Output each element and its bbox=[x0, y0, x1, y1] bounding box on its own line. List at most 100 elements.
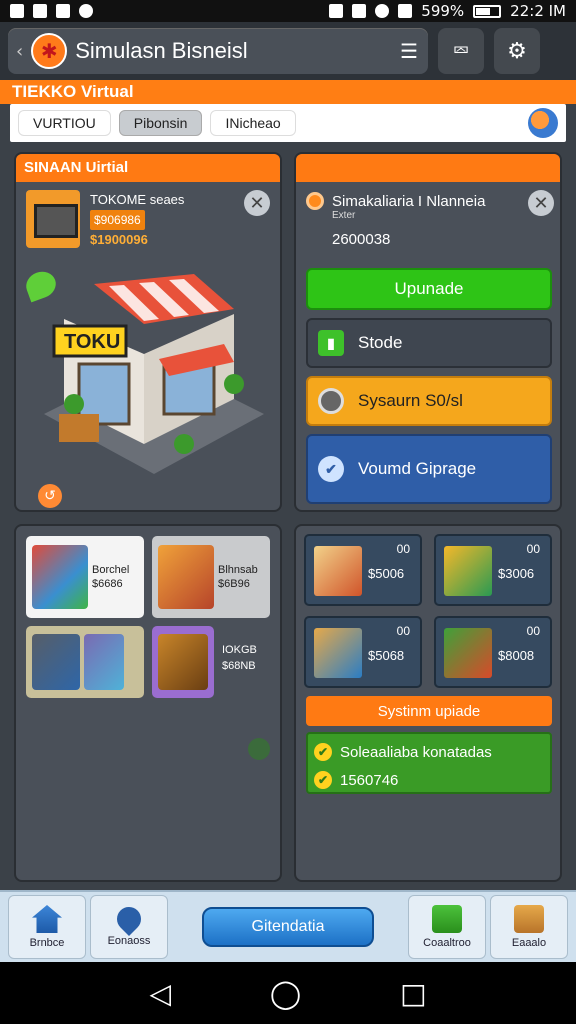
title-box[interactable]: ‹ ✱ Simulasn Bisneisl ☰ bbox=[8, 28, 428, 74]
store-card-price: $906986 bbox=[90, 210, 145, 230]
shop-item-tag: 00 bbox=[396, 542, 410, 556]
primary-action-button[interactable]: Gitendatia bbox=[202, 907, 374, 947]
business-summary: Simakaliaria I Nlanneia Exter 2600038 bbox=[306, 192, 552, 248]
item-card[interactable]: Blhnsab $6B96 bbox=[152, 536, 270, 618]
wifi-icon bbox=[375, 4, 390, 18]
share-button[interactable]: ⮹ bbox=[438, 28, 484, 74]
nav-cart-label: Coaaltroo bbox=[423, 937, 471, 949]
battery-percent: 599% bbox=[421, 2, 465, 20]
business-sub: Exter bbox=[332, 210, 356, 221]
back-chevron-icon[interactable]: ‹ bbox=[16, 41, 23, 62]
layers-icon[interactable]: ☰ bbox=[400, 39, 418, 63]
item-price: $6686 bbox=[92, 578, 123, 590]
action-panel-header bbox=[296, 154, 560, 182]
produce-stall-icon bbox=[444, 628, 492, 678]
action-panel: Simakaliaria I Nlanneia Exter 2600038 ✕ … bbox=[294, 152, 562, 512]
shop-item-tag: 00 bbox=[526, 624, 540, 638]
stock-button[interactable]: ▮ Stode bbox=[306, 318, 552, 368]
shop-item-price: $8008 bbox=[498, 648, 535, 663]
rotate-button[interactable]: ↺ bbox=[38, 484, 62, 508]
back-icon[interactable]: ◁ bbox=[149, 977, 171, 1010]
nfc-icon bbox=[352, 4, 367, 18]
shop-sign: TOKU bbox=[64, 331, 120, 353]
battery-icon bbox=[473, 4, 502, 18]
status-bar: 599% 22:2 IM bbox=[0, 0, 576, 22]
mail-icon bbox=[56, 4, 70, 18]
profile-badge-icon[interactable] bbox=[528, 108, 558, 138]
tab-inicheao[interactable]: INicheao bbox=[210, 110, 296, 136]
item-title: IOKGB bbox=[222, 644, 257, 656]
check-icon: ✔ bbox=[314, 771, 332, 789]
nav-home-label: Brnbce bbox=[29, 937, 65, 949]
cart-icon bbox=[432, 905, 462, 933]
business-name: Simakaliaria I Nlanneia bbox=[332, 192, 486, 210]
file-icon bbox=[33, 4, 47, 18]
close-button[interactable]: ✕ bbox=[528, 190, 554, 216]
grocery-shelf-icon bbox=[32, 545, 88, 609]
nav-map[interactable]: Eonaoss bbox=[90, 895, 168, 959]
item-card[interactable] bbox=[26, 626, 144, 698]
gear-icon: ⚙ bbox=[507, 38, 527, 64]
shop-item[interactable]: $5006 00 bbox=[304, 534, 422, 606]
checkmark-icon: ✔ bbox=[318, 456, 344, 482]
shop-item-price: $3006 bbox=[498, 566, 535, 581]
item-card[interactable]: Borchel $6686 bbox=[26, 536, 144, 618]
tab-bar: VURTIOU Pibonsin INicheao bbox=[10, 104, 566, 142]
sync-icon bbox=[79, 4, 93, 18]
package-icon bbox=[514, 905, 544, 933]
store-card-name: TOKOME seaes bbox=[90, 192, 185, 207]
home-icon bbox=[32, 905, 62, 933]
home-circle-icon[interactable]: ◯ bbox=[270, 977, 301, 1010]
system-nav-bar: ◁ ◯ □ bbox=[0, 962, 576, 1024]
cash-register-icon bbox=[26, 190, 80, 248]
cell-signal-icon bbox=[398, 4, 413, 18]
shop-item-tag: 00 bbox=[396, 624, 410, 638]
store-card[interactable]: TOKOME seaes $906986 $1900096 bbox=[26, 190, 272, 248]
nav-box-label: Eaaalo bbox=[511, 937, 547, 949]
vending-stall-icon bbox=[158, 545, 214, 609]
clock: 22:2 IM bbox=[510, 2, 566, 20]
shop-item[interactable]: $3006 00 bbox=[434, 534, 552, 606]
system-upgrade-button[interactable]: Systinm upiade bbox=[306, 696, 552, 726]
close-button[interactable]: ✕ bbox=[244, 190, 270, 216]
tab-pibonsin[interactable]: Pibonsin bbox=[118, 110, 203, 136]
status-dot-icon bbox=[306, 192, 324, 210]
fruit-stand-icon bbox=[444, 546, 492, 596]
shop-item-price: $5006 bbox=[368, 566, 405, 581]
system-row-text: Soleaaliaba konatadas bbox=[340, 743, 492, 761]
bottom-nav: Brnbce Eonaoss Gitendatia Coaaltroo Eaaa… bbox=[0, 890, 576, 962]
shop-item[interactable]: $5068 00 bbox=[304, 616, 422, 688]
nav-cart[interactable]: Coaaltroo bbox=[408, 895, 486, 959]
recents-icon[interactable]: □ bbox=[400, 977, 426, 1010]
game-logo-icon: ✱ bbox=[31, 33, 68, 69]
banner: TIEKKO Virtual bbox=[0, 80, 576, 104]
shop-panel: $5006 00 $3006 00 $5068 00 $8008 00 Syst… bbox=[294, 524, 562, 882]
tab-vurtiou[interactable]: VURTIOU bbox=[18, 110, 111, 136]
stock-icon: ▮ bbox=[318, 330, 344, 356]
shop-item-tag: 00 bbox=[526, 542, 540, 556]
system-button[interactable]: Sysaurn S0/sl bbox=[306, 376, 552, 426]
nav-box[interactable]: Eaaalo bbox=[490, 895, 568, 959]
item-card[interactable] bbox=[152, 626, 214, 698]
share-icon: ⮹ bbox=[452, 38, 470, 64]
nav-map-label: Eonaoss bbox=[107, 935, 151, 947]
product-box-icon bbox=[314, 546, 362, 596]
nav-home[interactable]: Brnbce bbox=[8, 895, 86, 959]
app-bar: ‹ ✱ Simulasn Bisneisl ☰ ⮹ ⚙ bbox=[0, 22, 576, 80]
upgrade-button[interactable]: Upunade bbox=[306, 268, 552, 310]
settings-button[interactable]: ⚙ bbox=[494, 28, 540, 74]
shop-building-illustration: TOKU bbox=[44, 274, 264, 474]
items-panel: Borchel $6686 Blhnsab $6B96 IOKGB $68NB bbox=[14, 524, 282, 882]
open-crate-icon bbox=[314, 628, 362, 678]
item-price: $68NB bbox=[222, 660, 256, 672]
bluetooth-icon bbox=[329, 4, 344, 18]
system-row-text: 1560746 bbox=[340, 771, 399, 789]
store-panel-header: SINAAN Uirtial bbox=[16, 154, 280, 182]
item-price: $6B96 bbox=[218, 578, 250, 590]
system-icon bbox=[318, 388, 344, 414]
info-dot-icon[interactable] bbox=[248, 738, 270, 760]
display-stand-icon bbox=[84, 634, 124, 690]
map-pin-icon bbox=[112, 902, 146, 936]
upgrade-blue-button[interactable]: ✔ Voumd Giprage bbox=[306, 434, 552, 504]
shop-item[interactable]: $8008 00 bbox=[434, 616, 552, 688]
